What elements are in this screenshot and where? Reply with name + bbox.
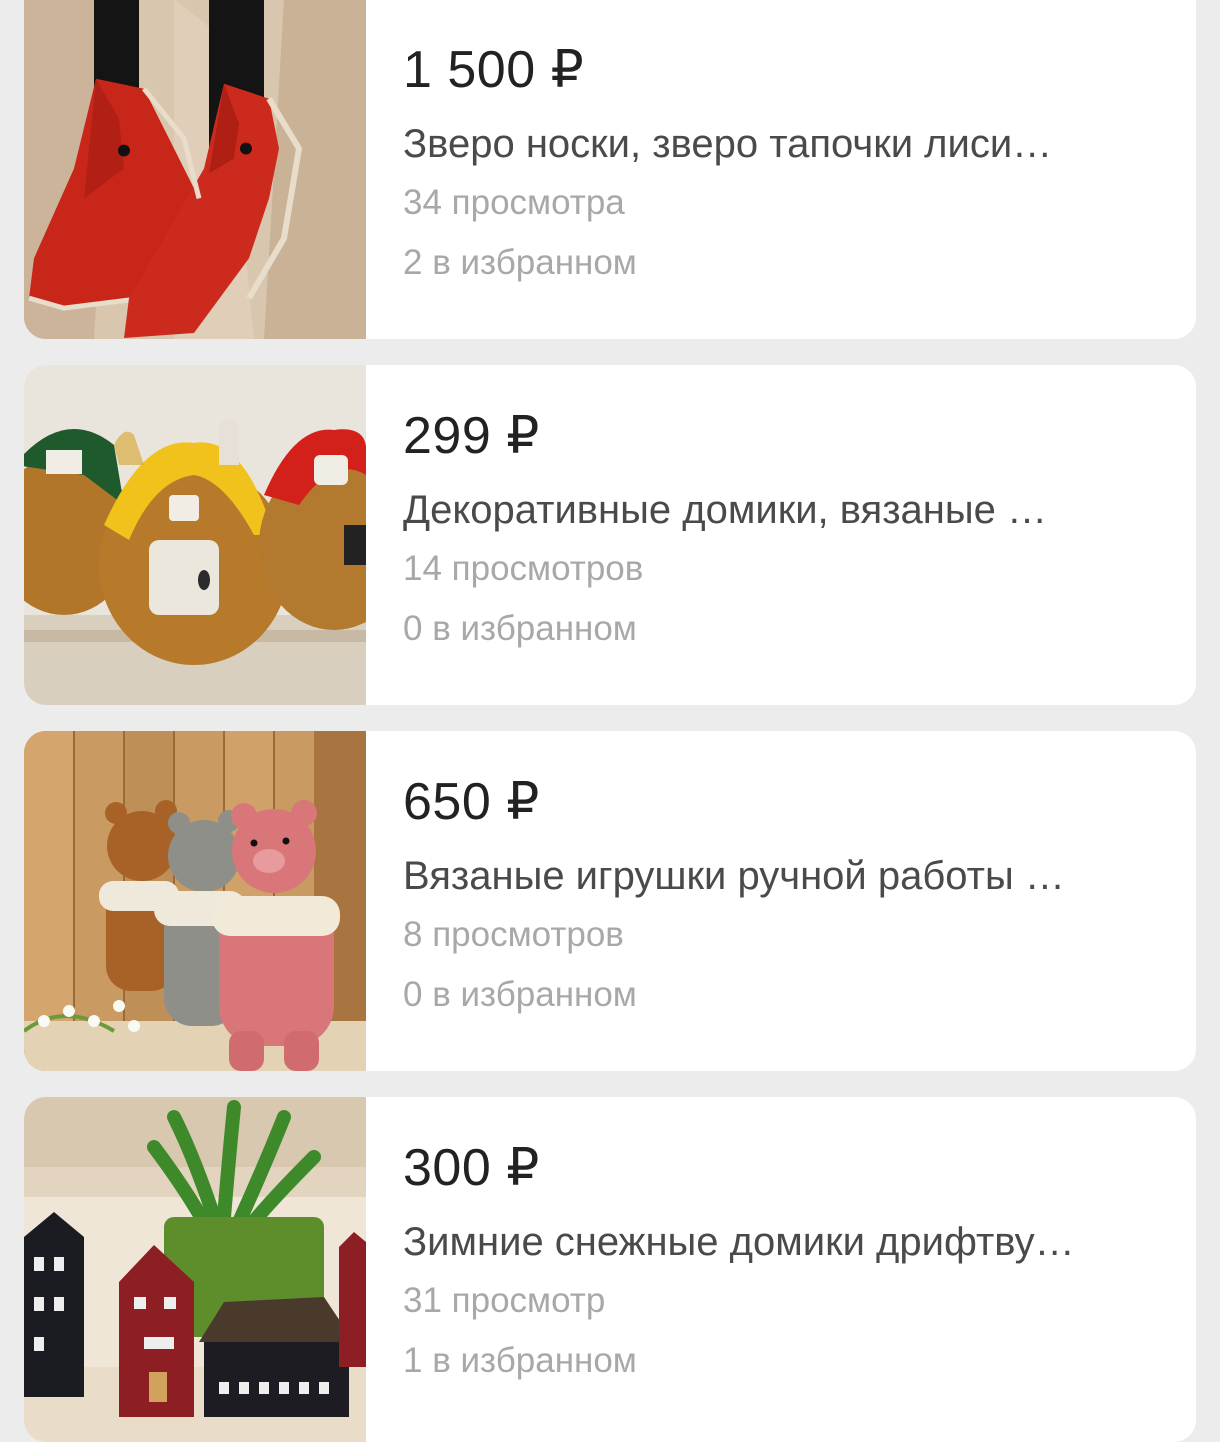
listing-photo-knitted-bears[interactable] [24,731,366,1071]
listing-photo-wooden-houses[interactable] [24,1097,366,1442]
listing-title[interactable]: Вязаные игрушки ручной работы … [403,851,1173,901]
listing-views: 14 просмотров [403,549,644,588]
listing-views: 8 просмотров [403,915,624,954]
listing-card[interactable]: 1 500 ₽ Зверо носки, зверо тапочки лиси…… [24,0,1196,339]
listing-price: 650 ₽ [403,773,540,831]
listing-photo-fox-slippers[interactable] [24,0,366,339]
listing-price: 299 ₽ [403,407,540,465]
listing-favorites: 0 в избранном [403,609,637,648]
listing-views: 34 просмотра [403,183,625,222]
listing-favorites: 0 в избранном [403,975,637,1014]
listing-photo-knitted-houses[interactable] [24,365,366,705]
listing-price: 1 500 ₽ [403,41,585,99]
listing-favorites: 2 в избранном [403,243,637,282]
listing-card[interactable]: 650 ₽ Вязаные игрушки ручной работы … 8 … [24,731,1196,1071]
listing-price: 300 ₽ [403,1139,540,1197]
listing-card[interactable]: 299 ₽ Декоративные домики, вязаные … 14 … [24,365,1196,705]
listing-card[interactable]: 300 ₽ Зимние снежные домики дрифтву… 31 … [24,1097,1196,1442]
listing-views: 31 просмотр [403,1281,606,1320]
listing-favorites: 1 в избранном [403,1341,637,1380]
listing-title[interactable]: Декоративные домики, вязаные … [403,485,1173,535]
listing-title[interactable]: Зверо носки, зверо тапочки лиси… [403,119,1173,169]
listing-title[interactable]: Зимние снежные домики дрифтву… [403,1217,1173,1267]
